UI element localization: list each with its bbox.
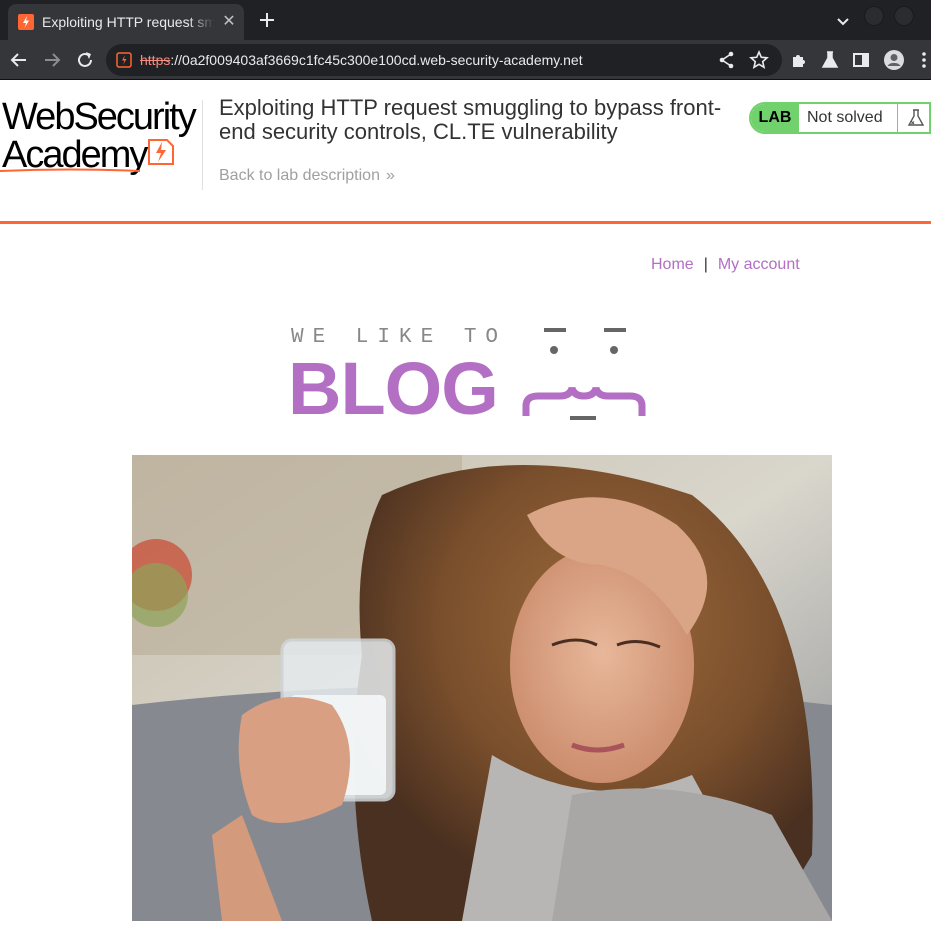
browser-tab-active[interactable]: Exploiting HTTP request smuggling to byp… bbox=[8, 4, 244, 40]
lab-status-widget: LAB Not solved bbox=[749, 102, 931, 134]
brace-face-icon bbox=[522, 328, 646, 420]
site-info-icon[interactable] bbox=[116, 52, 132, 68]
browser-tab-strip: Exploiting HTTP request smuggling to byp… bbox=[0, 0, 931, 40]
chevron-down-icon[interactable] bbox=[834, 12, 852, 30]
blog-hero-image bbox=[132, 455, 832, 921]
flask-icon bbox=[907, 109, 925, 126]
new-tab-plus-icon[interactable] bbox=[256, 9, 278, 31]
header-orange-rule bbox=[0, 221, 931, 224]
banner-title: BLOG bbox=[288, 347, 499, 430]
nav-separator: | bbox=[703, 256, 708, 273]
share-icon[interactable] bbox=[716, 49, 738, 71]
side-panel-icon[interactable] bbox=[850, 49, 872, 71]
url-scheme: https bbox=[140, 52, 171, 68]
labs-flask-icon[interactable] bbox=[819, 49, 841, 71]
site-nav: Home | My account bbox=[651, 256, 800, 274]
lab-title: Exploiting HTTP request smuggling to byp… bbox=[219, 95, 722, 144]
window-minimize-button[interactable] bbox=[864, 6, 884, 26]
lab-status-flask-box bbox=[897, 104, 929, 132]
profile-avatar-icon[interactable] bbox=[883, 49, 905, 71]
web-security-academy-logo[interactable]: WebSecurity Academy bbox=[0, 96, 200, 176]
url-host: ://0a2f009403af3669c1fc45c300e100cd.web-… bbox=[170, 52, 583, 68]
banner-tagline: WE LIKE TO bbox=[291, 326, 508, 349]
logo-text-websecurity: WebSecurity bbox=[2, 96, 197, 138]
close-tab-icon[interactable]: ✕ bbox=[220, 13, 238, 31]
browser-toolbar: https://0a2f009403af3669c1fc45c300e100cd… bbox=[0, 40, 931, 80]
address-bar[interactable]: https://0a2f009403af3669c1fc45c300e100cd… bbox=[106, 44, 782, 76]
lab-badge: LAB bbox=[751, 104, 799, 132]
tab-title: Exploiting HTTP request smuggling to byp… bbox=[42, 14, 214, 30]
nav-my-account-link[interactable]: My account bbox=[718, 256, 800, 273]
logo-underline bbox=[0, 168, 140, 172]
header-divider bbox=[202, 100, 203, 190]
browser-menu-icon[interactable] bbox=[918, 49, 930, 71]
blog-banner: WE LIKE TO BLOG bbox=[288, 318, 648, 430]
forward-arrow-icon[interactable] bbox=[41, 49, 63, 71]
woman-with-headache-photo bbox=[132, 455, 832, 921]
burp-lightning-icon bbox=[18, 14, 34, 30]
bookmark-star-icon[interactable] bbox=[748, 49, 770, 71]
extensions-puzzle-icon[interactable] bbox=[788, 49, 810, 71]
lab-status-text: Not solved bbox=[807, 109, 883, 126]
lightning-bolt-icon bbox=[148, 139, 174, 165]
window-maximize-button[interactable] bbox=[894, 6, 914, 26]
back-to-lab-description-link[interactable]: Back to lab description bbox=[219, 167, 380, 185]
nav-home-link[interactable]: Home bbox=[651, 256, 694, 273]
back-arrow-icon[interactable] bbox=[8, 49, 30, 71]
reload-icon[interactable] bbox=[74, 49, 96, 71]
double-chevron-right-icon: » bbox=[386, 167, 395, 184]
url-text: https://0a2f009403af3669c1fc45c300e100cd… bbox=[140, 52, 583, 68]
